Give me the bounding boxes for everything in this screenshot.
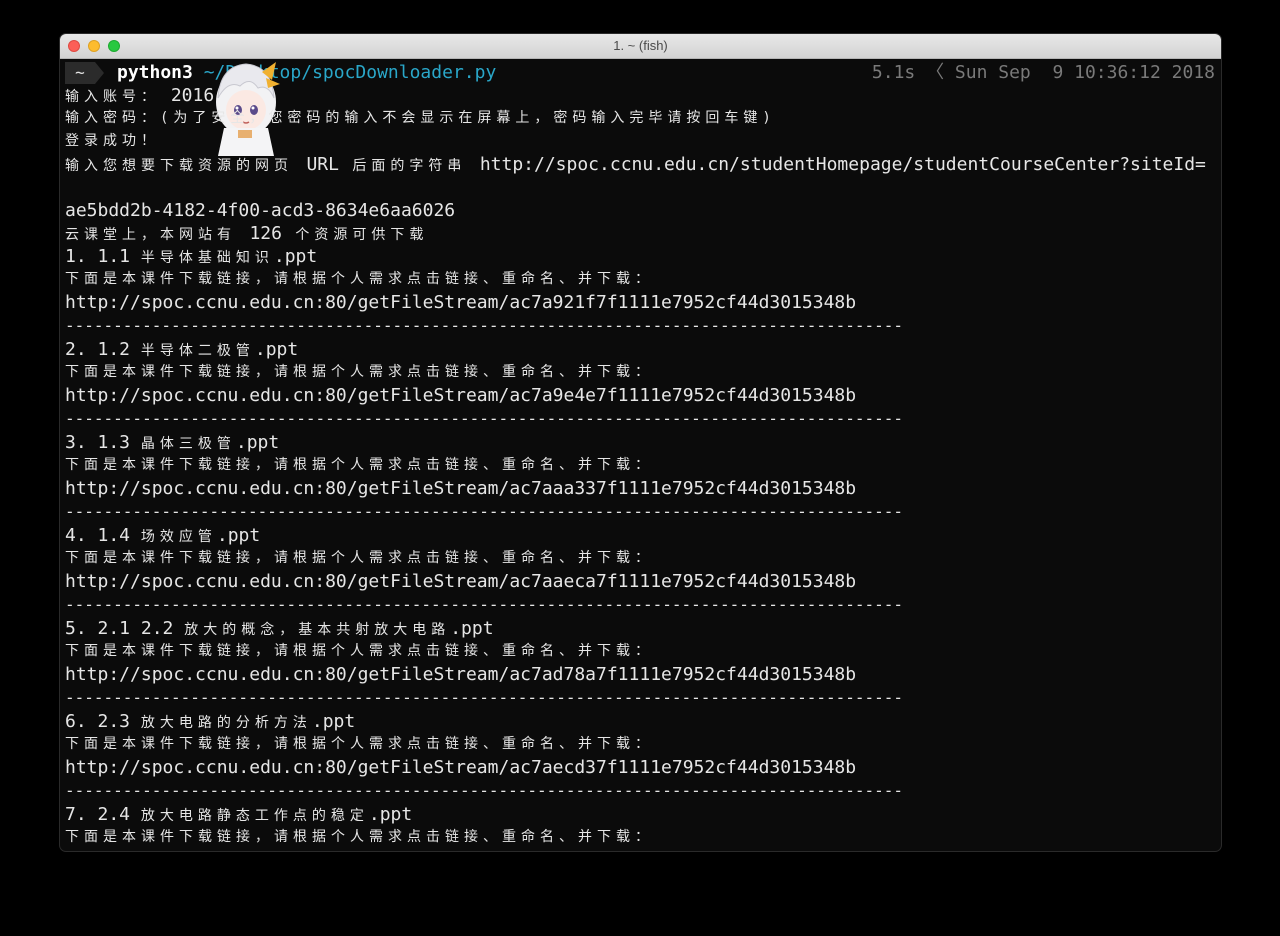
entry-extension: .ppt (235, 432, 280, 453)
entry-extension: .ppt (273, 246, 318, 267)
account-line: 输入账号： 2016 (65, 84, 214, 107)
download-link[interactable]: http://spoc.ccnu.edu.cn:80/getFileStream… (65, 570, 856, 593)
resource-count: 126 (249, 223, 282, 244)
password-line: 输入密码：(为了安全，您密码的输入不会显示在屏幕上，密码输入完毕请按回车键) (65, 110, 776, 126)
command-line: python3 ~/Desktop/spocDownloader.py (117, 60, 496, 86)
entry-name: 半导体二极管 (140, 343, 255, 359)
download-hint: 下面是本课件下载链接，请根据个人需求点击链接、重命名、并下载： (65, 643, 654, 659)
download-hint: 下面是本课件下载链接，请根据个人需求点击链接、重命名、并下载： (65, 550, 654, 566)
entry-name: 半导体基础知识 (140, 250, 274, 266)
entry-extension: .ppt (368, 804, 413, 825)
download-link[interactable]: http://spoc.ccnu.edu.cn:80/getFileStream… (65, 291, 856, 314)
separator-line: ----------------------------------------… (65, 502, 904, 521)
separator-line: ----------------------------------------… (65, 409, 904, 428)
download-link[interactable]: http://spoc.ccnu.edu.cn:80/getFileStream… (65, 477, 856, 500)
entry-title: 3. 1.3 晶体三极管.ppt (65, 431, 279, 454)
url-prompt-line: 输入您想要下载资源的网页 URL 后面的字符串 http://spoc.ccnu… (65, 153, 1206, 176)
entry-number: 4. 1.4 (65, 525, 141, 546)
entry-title: 5. 2.1 2.2 放大的概念，基本共射放大电路.ppt (65, 617, 494, 640)
entry-title: 6. 2.3 放大电路的分析方法.ppt (65, 710, 355, 733)
entry-number: 3. 1.3 (65, 432, 141, 453)
entry-extension: .ppt (254, 339, 299, 360)
download-link[interactable]: http://spoc.ccnu.edu.cn:80/getFileStream… (65, 384, 856, 407)
separator-line: ----------------------------------------… (65, 781, 904, 800)
download-link[interactable]: http://spoc.ccnu.edu.cn:80/getFileStream… (65, 756, 856, 779)
resource-count-label2: 个资源可供下载 (281, 227, 429, 243)
url-value[interactable]: http://spoc.ccnu.edu.cn/studentHomepage/… (480, 154, 1206, 175)
prompt-dir-badge: ~ (65, 62, 95, 84)
entry-title: 7. 2.4 放大电路静态工作点的稳定.ppt (65, 803, 412, 826)
entry-number: 7. 2.4 (65, 804, 141, 825)
title-bar[interactable]: 1. ~ (fish) (60, 34, 1221, 59)
entry-title: 1. 1.1 半导体基础知识.ppt (65, 245, 317, 268)
download-link[interactable]: http://spoc.ccnu.edu.cn:80/getFileStream… (65, 663, 856, 686)
url-word: URL (306, 154, 339, 175)
login-success-line: 登录成功！ (65, 133, 160, 149)
prompt-arrow-icon (95, 62, 104, 84)
entry-name: 放大的概念，基本共射放大电路 (184, 622, 451, 638)
right-prompt: 5.1s 〈 Sun Sep 9 10:36:12 2018 (871, 62, 1215, 83)
download-hint: 下面是本课件下载链接，请根据个人需求点击链接、重命名、并下载： (65, 364, 654, 380)
entry-number: 2. 1.2 (65, 339, 141, 360)
command-name: python3 (117, 62, 193, 83)
entry-title: 4. 1.4 场效应管.ppt (65, 524, 260, 547)
resource-count-line: 云课堂上，本网站有 126 个资源可供下载 (65, 222, 428, 245)
entry-name: 晶体三极管 (140, 436, 236, 452)
entry-number: 6. 2.3 (65, 711, 141, 732)
download-hint: 下面是本课件下载链接，请根据个人需求点击链接、重命名、并下载： (65, 457, 654, 473)
terminal-window: 1. ~ (fish) ~ python3 ~/Desktop/spocDown… (60, 34, 1221, 851)
separator-line: ----------------------------------------… (65, 688, 904, 707)
entry-name: 场效应管 (140, 529, 217, 545)
entry-name: 放大电路静态工作点的稳定 (140, 808, 369, 824)
download-hint: 下面是本课件下载链接，请根据个人需求点击链接、重命名、并下载： (65, 271, 654, 287)
entry-title: 2. 1.2 半导体二极管.ppt (65, 338, 298, 361)
entry-extension: .ppt (311, 711, 356, 732)
entry-number: 5. 2.1 2.2 (65, 618, 185, 639)
download-hint: 下面是本课件下载链接，请根据个人需求点击链接、重命名、并下载： (65, 829, 654, 845)
terminal-content[interactable]: ~ python3 ~/Desktop/spocDownloader.py 5.… (60, 58, 1221, 851)
entry-extension: .ppt (216, 525, 261, 546)
entry-extension: .ppt (450, 618, 494, 639)
account-value: 2016 (160, 85, 215, 106)
site-id-line: ae5bdd2b-4182-4f00-acd3-8634e6aa6026 (65, 200, 456, 221)
download-hint: 下面是本课件下载链接，请根据个人需求点击链接、重命名、并下载： (65, 736, 654, 752)
url-prompt-label: 输入您想要下载资源的网页 (65, 158, 307, 174)
entry-number: 1. 1.1 (65, 246, 141, 267)
account-label: 输入账号： (65, 89, 160, 105)
resource-count-label: 云课堂上，本网站有 (65, 227, 250, 243)
separator-line: ----------------------------------------… (65, 316, 904, 335)
separator-line: ----------------------------------------… (65, 595, 904, 614)
entry-name: 放大电路的分析方法 (140, 715, 312, 731)
url-prompt-label2: 后面的字符串 (338, 158, 480, 174)
window-title: 1. ~ (fish) (613, 38, 668, 53)
